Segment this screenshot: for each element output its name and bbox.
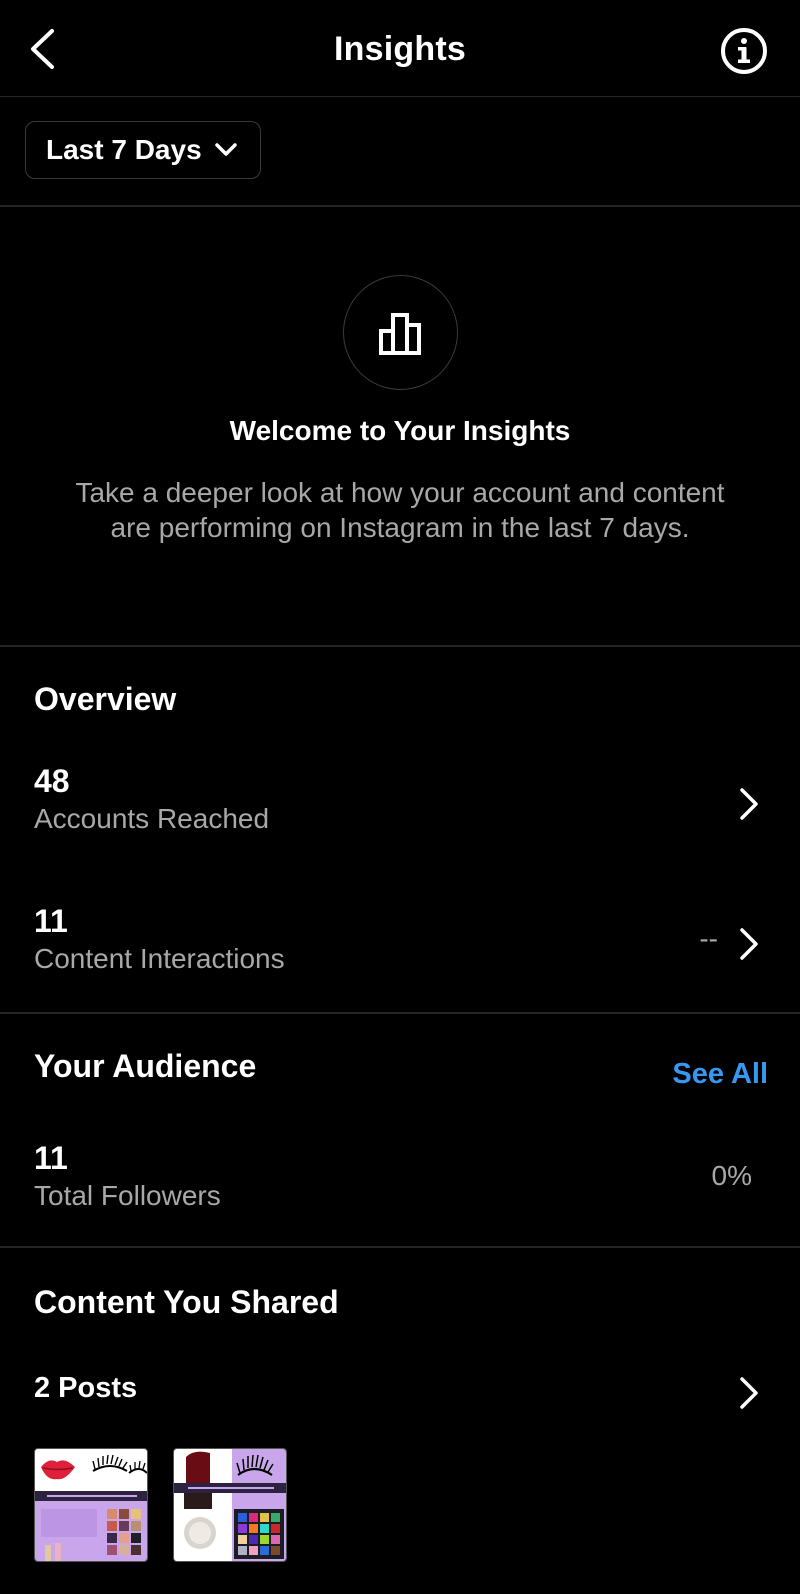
- chevron-right-icon: [740, 788, 758, 820]
- post-thumbnail[interactable]: [34, 1448, 148, 1562]
- chevron-down-icon: [214, 143, 237, 156]
- metric-change: --: [699, 923, 718, 954]
- metric-label: Accounts Reached: [34, 803, 270, 834]
- post-thumbnail[interactable]: [173, 1448, 287, 1562]
- post-thumbnail-image: [174, 1449, 286, 1561]
- info-button[interactable]: [720, 27, 768, 75]
- metric-accounts-reached[interactable]: 48 Accounts Reached: [0, 763, 800, 853]
- welcome-icon-circle: [343, 275, 458, 390]
- metric-total-followers[interactable]: 11 Total Followers 0%: [0, 1140, 800, 1230]
- date-range-label: Last 7 Days: [46, 134, 202, 165]
- top-bar: Insights: [0, 0, 800, 97]
- info-circle-icon[interactable]: [720, 27, 768, 75]
- welcome-description: Take a deeper look at how your account a…: [75, 477, 725, 543]
- posts-row[interactable]: 2 Posts: [0, 1358, 800, 1428]
- overview-section: Overview 48 Accounts Reached 11 Content …: [0, 647, 800, 1014]
- post-thumbnail-image: [35, 1449, 147, 1561]
- metric-content-interactions[interactable]: 11 Content Interactions --: [0, 903, 800, 993]
- chevron-right-icon: [740, 928, 758, 960]
- welcome-title: Welcome to Your Insights: [229, 415, 571, 446]
- metric-label: Content Interactions: [34, 943, 285, 974]
- audience-title: Your Audience: [34, 1048, 257, 1084]
- bar-chart-icon: [378, 312, 421, 355]
- content-section: Content You Shared 2 Posts: [0, 1248, 800, 1594]
- welcome-section: Welcome to Your Insights Take a deeper l…: [0, 207, 800, 647]
- date-range-dropdown[interactable]: Last 7 Days: [25, 121, 261, 179]
- metric-label: Total Followers: [34, 1180, 221, 1211]
- filter-row: Last 7 Days: [0, 97, 800, 207]
- page-title: Insights: [334, 30, 466, 68]
- metric-value: 48: [34, 763, 70, 799]
- content-title: Content You Shared: [34, 1284, 339, 1320]
- metric-change: 0%: [711, 1160, 752, 1191]
- metric-value: 11: [34, 1140, 68, 1176]
- metric-value: 11: [34, 903, 68, 939]
- overview-title: Overview: [34, 681, 177, 717]
- posts-count-label: 2 Posts: [34, 1372, 138, 1404]
- audience-section: Your Audience See All 11 Total Followers…: [0, 1014, 800, 1248]
- chevron-right-icon: [740, 1377, 758, 1409]
- see-all-link[interactable]: See All: [672, 1058, 768, 1091]
